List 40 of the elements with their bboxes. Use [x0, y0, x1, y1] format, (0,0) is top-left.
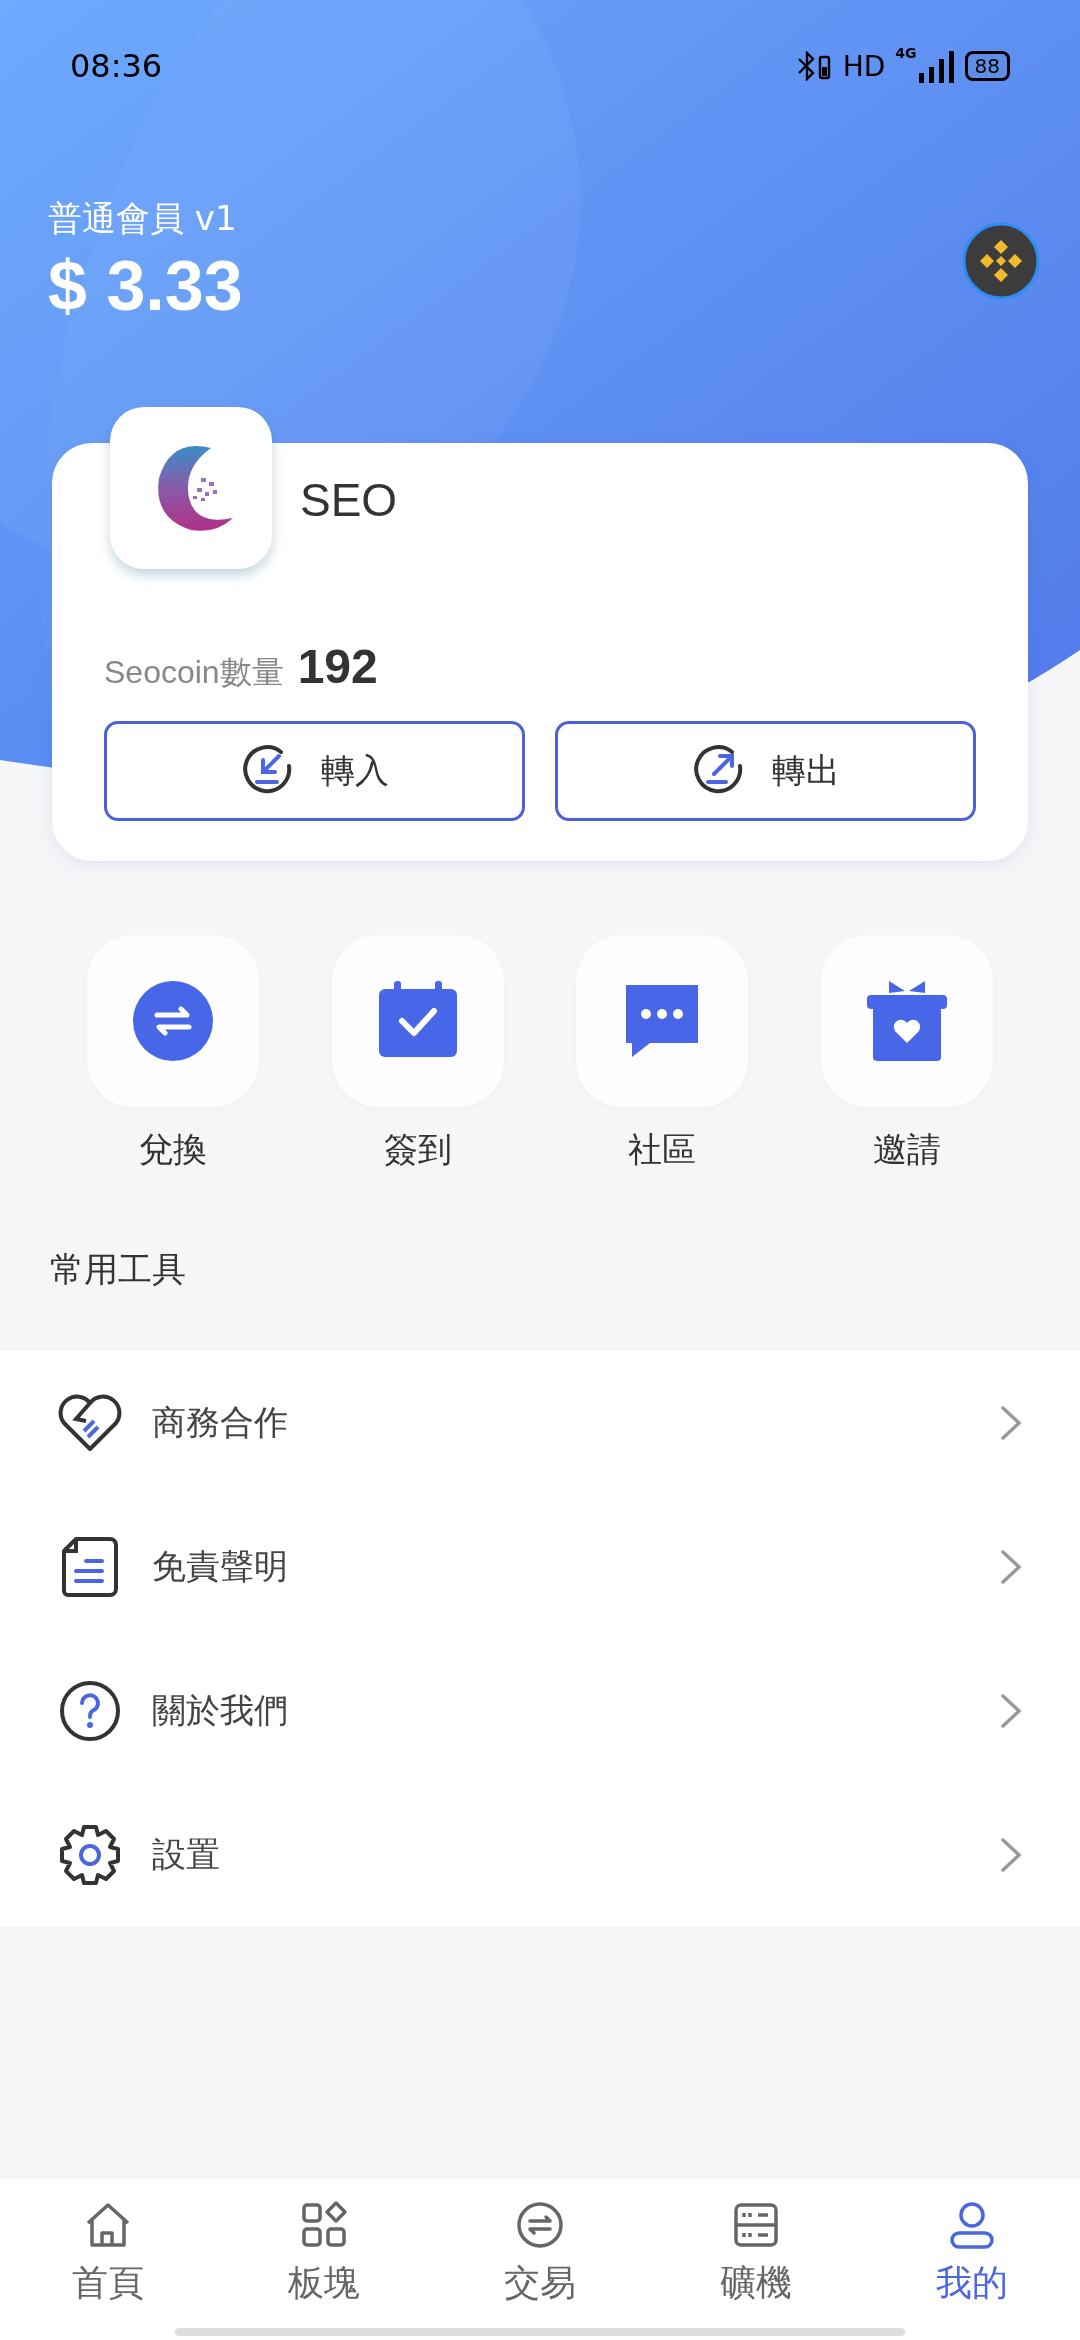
chevron-right-icon: [1000, 1549, 1022, 1585]
network-type: 4G: [895, 45, 917, 61]
section-title: 常用工具: [49, 1248, 187, 1291]
member-level: 普通會員 v1: [48, 197, 238, 240]
tab-item[interactable]: 交易: [432, 2178, 648, 2328]
tab-item[interactable]: 首頁: [0, 2178, 216, 2328]
menu-row[interactable]: 設置: [0, 1783, 1080, 1927]
balance-amount: $ 3.33: [48, 246, 243, 326]
tab-item[interactable]: 我的: [864, 2178, 1080, 2328]
shortcut-label: 社區: [628, 1128, 697, 1171]
coin-amount: 192: [297, 639, 378, 694]
chevron-right-icon: [1000, 1693, 1022, 1729]
coin-name: SEO: [300, 473, 398, 527]
menu-row[interactable]: 商務合作: [0, 1351, 1080, 1495]
help-icon: [58, 1679, 122, 1743]
checkin-tile[interactable]: [331, 935, 504, 1107]
status-time: 08:36: [70, 47, 163, 85]
exchange-tile[interactable]: [87, 935, 260, 1107]
settings-icon: [58, 1823, 122, 1887]
menu-row[interactable]: 關於我們: [0, 1639, 1080, 1783]
invite-tile[interactable]: [820, 935, 993, 1107]
hd-indicator: HD: [842, 49, 886, 83]
chevron-right-icon: [1000, 1405, 1022, 1441]
battery-indicator: 88: [964, 51, 1010, 81]
shortcut-label: 簽到: [383, 1128, 452, 1171]
exchange-icon: [131, 979, 216, 1063]
chevron-right-icon: [1000, 1837, 1022, 1873]
gift-icon: [864, 979, 949, 1063]
menu-row[interactable]: 免責聲明: [0, 1495, 1080, 1639]
bluetooth-icon: [796, 51, 833, 81]
shortcut-label: 兌換: [139, 1128, 208, 1171]
shortcut-label: 邀請: [872, 1128, 941, 1171]
diamond-logo-icon[interactable]: [962, 222, 1040, 300]
community-tile[interactable]: [576, 935, 749, 1107]
signal-icon: [916, 49, 955, 83]
transfer-in-button[interactable]: 轉入: [104, 721, 525, 821]
amount-label: Seocoin數量: [104, 653, 284, 692]
tab-item[interactable]: 礦機: [648, 2178, 864, 2328]
transfer-out-button[interactable]: 轉出: [555, 721, 976, 821]
tab-item[interactable]: 板塊: [216, 2178, 432, 2328]
